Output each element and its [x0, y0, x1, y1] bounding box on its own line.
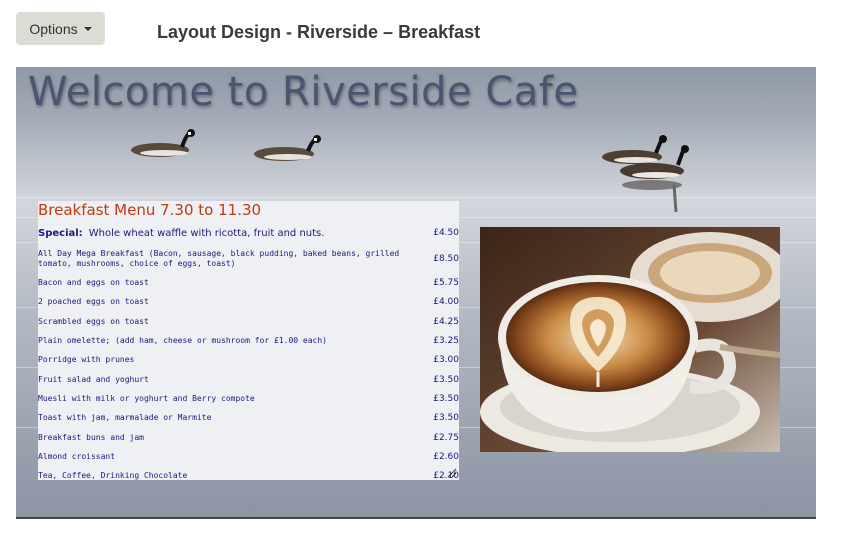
menu-heading: Breakfast Menu 7.30 to 11.30 [38, 201, 262, 219]
options-button[interactable]: Options [16, 12, 105, 45]
menu-item-name: Fruit salad and yoghurt [38, 375, 149, 384]
menu-item-price: £2.75 [433, 433, 459, 443]
menu-item-name: Porridge with prunes [38, 355, 135, 364]
menu-item-name: Tea, Coffee, Drinking Chocolate [38, 471, 188, 480]
menu-item-price: £2.60 [433, 452, 459, 462]
goose-3 [602, 135, 667, 164]
goose-1 [131, 129, 195, 157]
menu-item-name: Almond croissant [38, 452, 116, 461]
menu-item-price: £4.25 [433, 317, 459, 327]
special-price: £4.50 [433, 228, 459, 238]
menu-item-name: All Day Mega Breakfast (Bacon, sausage, … [38, 249, 400, 268]
breakfast-menu-panel[interactable]: Breakfast Menu 7.30 to 11.30 Special: Wh… [38, 201, 459, 480]
options-label: Options [29, 20, 78, 37]
menu-item-name: 2 poached eggs on toast [38, 297, 149, 306]
goose-2 [254, 135, 321, 161]
coffee-picture [480, 227, 780, 452]
menu-item-name: Muesli with milk or yoghurt and Berry co… [38, 394, 255, 403]
goose-reflection [622, 180, 682, 213]
layout-canvas[interactable]: Welcome to Riverside Cafe Breakfast Menu… [16, 67, 816, 519]
coffee-cup-image[interactable] [480, 227, 780, 452]
menu-item-price: £8.50 [433, 254, 459, 264]
special-text: Whole wheat waffle with ricotta, fruit a… [88, 228, 325, 239]
menu-item-price: £4.00 [433, 297, 459, 307]
menu-item-name: Toast with jam, marmalade or Marmite [38, 413, 212, 422]
menu-item-price: £5.75 [433, 278, 459, 288]
menu-item-name: Breakfast buns and jam [38, 433, 144, 442]
resize-grip-icon[interactable] [447, 468, 457, 478]
menu-item-price: £3.00 [433, 355, 459, 365]
menu-item-price: £3.50 [433, 375, 459, 385]
menu-item-name: Scrambled eggs on toast [38, 317, 149, 326]
page-title: Layout Design - Riverside – Breakfast [157, 22, 481, 42]
menu-item-price: £3.25 [433, 336, 459, 346]
caret-down-icon [83, 26, 92, 31]
menu-item-price: £3.50 [433, 394, 459, 404]
special-label: Special: [38, 228, 83, 239]
menu-item-name: Bacon and eggs on toast [38, 278, 149, 287]
menu-item-price: £3.50 [433, 413, 459, 423]
menu-item-name: Plain omelette; (add ham, cheese or mush… [38, 336, 327, 345]
